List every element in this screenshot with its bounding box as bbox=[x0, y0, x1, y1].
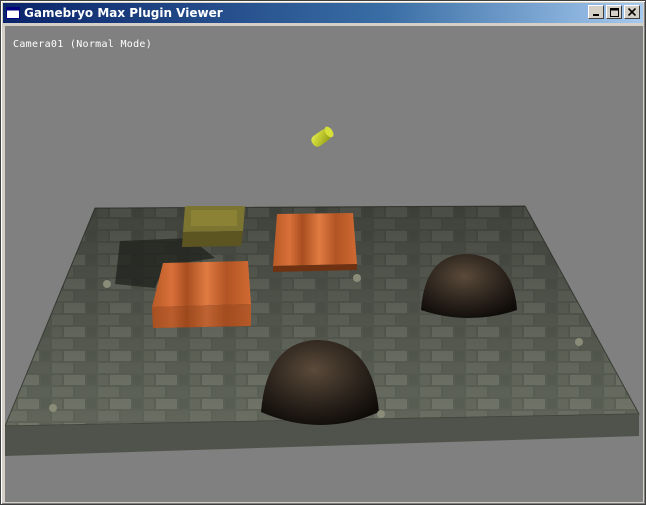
minimize-button[interactable] bbox=[588, 5, 604, 19]
close-button[interactable] bbox=[624, 5, 640, 19]
title-bar[interactable]: Gamebryo Max Plugin Viewer bbox=[3, 3, 643, 23]
close-icon bbox=[628, 8, 636, 16]
maximize-button[interactable] bbox=[606, 5, 622, 19]
floor-peg bbox=[353, 274, 361, 282]
app-window-icon bbox=[6, 7, 20, 19]
crate-stack bbox=[182, 206, 245, 247]
yellow-cylinder bbox=[311, 126, 334, 147]
camera-label: Camera01 (Normal Mode) bbox=[13, 39, 153, 50]
app-window: Gamebryo Max Plugin Viewer Camera01 (Nor… bbox=[0, 0, 646, 505]
floor-peg bbox=[575, 338, 583, 346]
floor-peg bbox=[377, 410, 385, 418]
maximize-icon bbox=[609, 7, 619, 17]
3d-viewport[interactable]: Camera01 (Normal Mode) bbox=[5, 26, 643, 502]
crate-front bbox=[152, 261, 251, 328]
window-controls bbox=[588, 5, 640, 19]
floor-peg bbox=[49, 404, 57, 412]
window-title: Gamebryo Max Plugin Viewer bbox=[24, 6, 223, 20]
crate-back bbox=[273, 213, 357, 272]
3d-scene bbox=[5, 126, 640, 456]
minimize-icon bbox=[593, 14, 599, 16]
floor-peg bbox=[103, 280, 111, 288]
